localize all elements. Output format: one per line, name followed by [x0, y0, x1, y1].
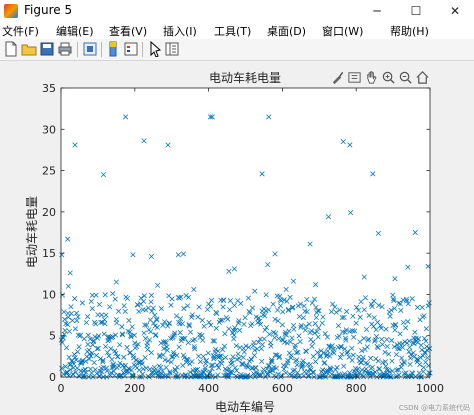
x-tick-label: 1000	[416, 382, 444, 395]
x-tick-label: 200	[124, 382, 145, 395]
x-tick-label: 0	[58, 382, 65, 395]
y-tick-label: 0	[49, 371, 56, 384]
y-tick-label: 20	[42, 206, 56, 219]
brush-icon[interactable]	[330, 70, 345, 85]
y-axis-label: 电动车耗电量	[24, 196, 39, 268]
pan-hand-icon[interactable]	[364, 70, 379, 85]
x-tick-label: 800	[346, 382, 367, 395]
axes-background	[61, 88, 430, 377]
y-tick-label: 35	[42, 82, 56, 95]
zoom-in-icon[interactable]	[381, 70, 396, 85]
x-tick-label: 400	[198, 382, 219, 395]
y-tick-label: 25	[42, 165, 56, 178]
data-tips-icon[interactable]	[347, 70, 362, 85]
x-tick-label: 600	[272, 382, 293, 395]
y-tick-label: 30	[42, 123, 56, 136]
watermark-credit: CSDN @电力系统代码	[398, 404, 470, 412]
chart-title: 电动车耗电量	[209, 70, 281, 85]
y-tick-label: 15	[42, 247, 56, 260]
scatter-chart[interactable]: 0 200 400 600 800 1000 05101520253035 电动车耗电量 …	[0, 0, 474, 415]
zoom-out-icon[interactable]	[398, 70, 413, 85]
y-tick-label: 5	[49, 330, 56, 343]
y-tick-label: 10	[42, 288, 56, 301]
x-axis-label: 电动车编号	[215, 399, 275, 414]
home-icon[interactable]	[415, 70, 430, 85]
